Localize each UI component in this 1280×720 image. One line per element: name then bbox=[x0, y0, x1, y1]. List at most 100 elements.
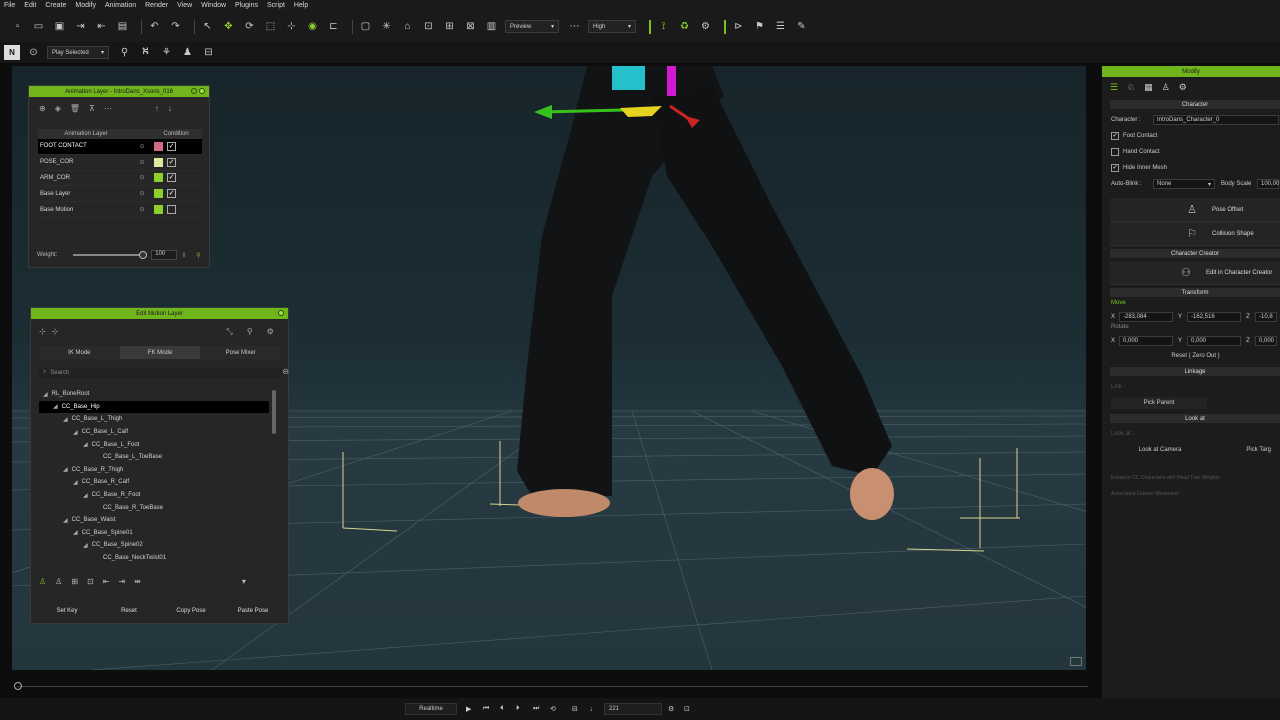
layer-color-swatch[interactable] bbox=[154, 157, 163, 167]
weight-stepper-icon[interactable]: ⇕ bbox=[181, 252, 186, 259]
light-icon[interactable]: ✳ bbox=[379, 19, 394, 34]
bone-tree-item[interactable]: CC_Base_R_ToeBase bbox=[39, 501, 269, 514]
layer-row[interactable]: FOOT CONTACT ⊙ ✓ bbox=[38, 139, 202, 155]
move-up-icon[interactable]: ↑ bbox=[155, 104, 159, 113]
reset-zero-button[interactable]: Reset ( Zero Out ) bbox=[1102, 348, 1280, 364]
bone-tree-item[interactable]: ◢ CC_Base_R_Calf bbox=[39, 476, 269, 489]
bone-search-input[interactable]: ⌕ Search ⊖ bbox=[39, 367, 289, 378]
reset-icon[interactable]: ⊡ bbox=[87, 577, 94, 586]
next-key-icon[interactable]: ⇥ bbox=[118, 577, 125, 586]
bone-tree-item[interactable]: ◢ CC_Base_Spine02 bbox=[39, 539, 269, 552]
foot-contact-checkbox[interactable]: ✓ bbox=[1111, 132, 1119, 140]
puppet-icon[interactable]: ♟ bbox=[180, 45, 195, 60]
fit-icon[interactable]: ⊠ bbox=[463, 19, 478, 34]
sliders-icon[interactable]: ☰ bbox=[1110, 82, 1118, 93]
reset-button[interactable]: Reset bbox=[101, 604, 157, 617]
weight-slider-knob[interactable] bbox=[139, 251, 148, 259]
new-project-icon[interactable]: ▫ bbox=[10, 19, 25, 34]
settings-icon[interactable]: ⚙ bbox=[267, 327, 274, 337]
bone-tree-item[interactable]: ◢ RL_BoneRoot bbox=[39, 388, 269, 401]
preview-mode-dropdown[interactable]: Preview ▾ bbox=[505, 20, 559, 33]
save-project-icon[interactable]: ▣ bbox=[52, 19, 67, 34]
merge-layer-icon[interactable]: ⊼ bbox=[89, 104, 95, 113]
expand-arrow-icon[interactable]: ◢ bbox=[83, 441, 88, 448]
bone-tree-item[interactable]: ◢ CC_Base_L_Foot bbox=[39, 438, 269, 451]
lock-icon[interactable]: ⊙ bbox=[134, 190, 150, 197]
hand-contact-row[interactable]: Hand Contact bbox=[1102, 144, 1280, 160]
filter-icon[interactable]: ⊖ bbox=[282, 367, 289, 376]
mirror-icon[interactable]: ⊹ bbox=[52, 327, 59, 337]
mirror-icon[interactable]: ⇹ bbox=[134, 577, 141, 586]
bone-tree-item[interactable]: CC_Base_NeckTwist01 bbox=[39, 552, 269, 565]
settings-icon[interactable]: ⚙ bbox=[668, 703, 674, 715]
move-y-field[interactable]: -162,516 bbox=[1187, 312, 1241, 322]
device-icon[interactable]: ⊟ bbox=[201, 45, 216, 60]
foot-contact-row[interactable]: ✓ Foot Contact bbox=[1102, 128, 1280, 144]
grid-icon[interactable]: ⊞ bbox=[71, 577, 78, 586]
weight-input[interactable]: 100 bbox=[151, 250, 178, 260]
expand-arrow-icon[interactable]: ◢ bbox=[63, 466, 68, 473]
menu-window[interactable]: Window bbox=[201, 2, 226, 9]
expand-arrow-icon[interactable]: ◢ bbox=[83, 492, 88, 499]
layer-color-swatch[interactable] bbox=[154, 141, 163, 151]
expand-arrow-icon[interactable]: ◢ bbox=[83, 542, 88, 549]
expand-arrow-icon[interactable]: ◢ bbox=[43, 391, 48, 398]
redo-icon[interactable]: ↷ bbox=[168, 19, 183, 34]
settings-icon[interactable]: ⚙ bbox=[1179, 82, 1187, 93]
rotate-icon[interactable]: ⟳ bbox=[242, 19, 257, 34]
more-icon[interactable]: ⋯ bbox=[104, 104, 112, 113]
expand-icon[interactable]: ▾ bbox=[242, 577, 246, 586]
delete-layer-icon[interactable]: 🗑 bbox=[70, 104, 80, 113]
prev-key-icon[interactable]: ⇤ bbox=[103, 577, 110, 586]
motion-icon[interactable]: ♘ bbox=[1127, 82, 1135, 93]
body-icon[interactable]: ♙ bbox=[39, 577, 46, 586]
bone-tree-item[interactable]: ◢ CC_Base_Spine01 bbox=[39, 527, 269, 540]
bone-tree-item[interactable]: ◢ CC_Base_L_Calf bbox=[39, 426, 269, 439]
mode-tab-ik-mode[interactable]: IK Mode bbox=[39, 346, 120, 359]
bone-tree-item[interactable]: ◢ CC_Base_L_Thigh bbox=[39, 413, 269, 426]
layer-enable-checkbox[interactable]: ✓ bbox=[167, 157, 176, 167]
spring-icon[interactable]: ⚘ bbox=[159, 45, 174, 60]
pin-icon[interactable]: ⊹ bbox=[39, 327, 46, 337]
layer-row[interactable]: ARM_COR ⊙ ✓ bbox=[38, 171, 202, 187]
menu-animation[interactable]: Animation bbox=[105, 2, 136, 9]
hide-inner-mesh-checkbox[interactable]: ✓ bbox=[1111, 164, 1119, 172]
expand-arrow-icon[interactable]: ◢ bbox=[63, 517, 68, 524]
timeline-scrubber[interactable] bbox=[14, 682, 22, 690]
bone-tree-item[interactable]: ◢ CC_Base_R_Thigh bbox=[39, 464, 269, 477]
layer-enable-checkbox[interactable] bbox=[167, 205, 176, 215]
collision-shape-button[interactable]: ⚐ Collision Shape bbox=[1110, 222, 1280, 246]
menu-edit[interactable]: Edit bbox=[24, 2, 36, 9]
layer-color-swatch[interactable] bbox=[154, 205, 163, 215]
timeline-icon[interactable]: ☰ bbox=[773, 19, 788, 34]
home-icon[interactable]: ⌂ bbox=[400, 19, 415, 34]
physics-icon[interactable]: ⚙ bbox=[698, 19, 713, 34]
expand-arrow-icon[interactable]: ◢ bbox=[53, 403, 58, 410]
import-icon[interactable]: ⇥ bbox=[73, 19, 88, 34]
menu-create[interactable]: Create bbox=[45, 2, 66, 9]
prev-frame-icon[interactable]: ⏴ bbox=[500, 703, 504, 715]
next-frame-icon[interactable]: ⏵ bbox=[516, 703, 520, 715]
bone-tree-item[interactable]: ◢ CC_Base_Waist bbox=[39, 514, 269, 527]
layer-color-swatch[interactable] bbox=[154, 189, 163, 199]
edit-in-cc-button[interactable]: ⚇ Edit in Character Creator bbox=[1110, 261, 1280, 285]
pose-icon[interactable]: ⛕ bbox=[138, 45, 153, 60]
key-icon[interactable]: ⚲ bbox=[196, 252, 200, 259]
set-key-button[interactable]: Set Key bbox=[39, 604, 95, 617]
layer-row[interactable]: POSE_COR ⊙ ✓ bbox=[38, 155, 202, 171]
hand-contact-checkbox[interactable] bbox=[1111, 148, 1119, 156]
reach-icon[interactable]: ⚲ bbox=[117, 45, 132, 60]
minimize-icon[interactable] bbox=[191, 88, 197, 94]
lock-icon[interactable]: ⊙ bbox=[134, 174, 150, 181]
aspect-icon[interactable]: ⋯ bbox=[567, 19, 582, 34]
layer-enable-checkbox[interactable]: ✓ bbox=[167, 189, 176, 199]
quality-dropdown[interactable]: High ▾ bbox=[588, 20, 636, 33]
menu-modify[interactable]: Modify bbox=[75, 2, 96, 9]
copy-pose-button[interactable]: Copy Pose bbox=[163, 604, 219, 617]
move-z-field[interactable]: -10,8 bbox=[1255, 312, 1277, 322]
pick-parent-button[interactable]: Pick Parent bbox=[1111, 397, 1207, 409]
weight-slider[interactable] bbox=[73, 251, 148, 259]
loop-icon[interactable]: ⟲ bbox=[550, 703, 556, 715]
open-project-icon[interactable]: ▭ bbox=[31, 19, 46, 34]
align-icon[interactable]: ⊏ bbox=[326, 19, 341, 34]
